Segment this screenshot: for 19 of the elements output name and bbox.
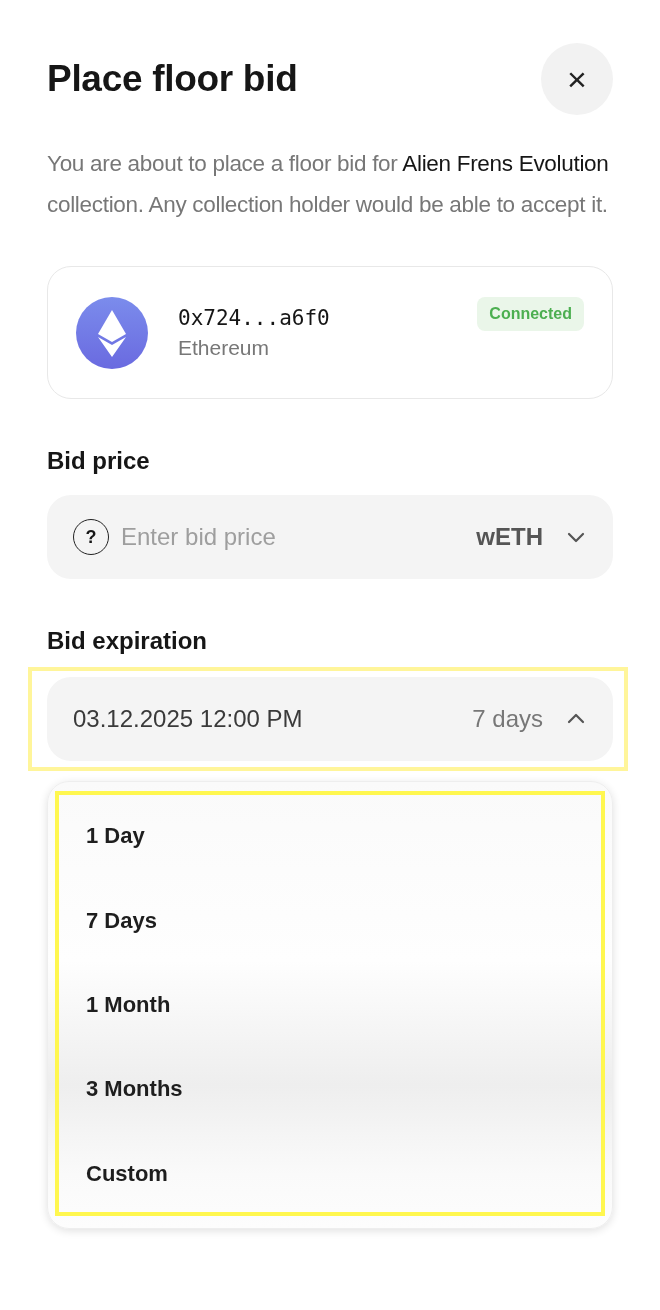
menu-option[interactable]: 1 Day	[48, 794, 612, 879]
close-button[interactable]: ×	[541, 43, 613, 115]
menu-option[interactable]: 3 Months	[48, 1047, 612, 1132]
expiration-date: 03.12.2025 12:00 PM	[73, 705, 304, 733]
ethereum-logo-icon	[76, 296, 148, 369]
menu-option[interactable]: Custom	[48, 1131, 612, 1217]
dialog-title: Place floor bid	[47, 58, 298, 100]
currency-selector[interactable]: wETH	[476, 523, 543, 551]
field-label: Bid price	[47, 447, 150, 475]
menu-option[interactable]: 1 Month	[48, 962, 612, 1048]
expiration-duration: 7 days	[472, 705, 543, 733]
network-name: Ethereum	[178, 335, 271, 360]
expiration-dropdown[interactable]: 03.12.2025 12:00 PM 7 days	[47, 677, 613, 761]
field-label: Bid expiration	[47, 627, 208, 655]
status-badge: Connected	[477, 297, 584, 331]
menu-option[interactable]: 7 Days	[48, 878, 612, 963]
description: You are about to place a floor bid for Alien Frens Evolution collection. Any collection holder would be able to accept it.	[47, 150, 610, 219]
wallet-address: 0x724...a6f0	[178, 305, 331, 330]
bid-price-field[interactable]: ? Enter bid price wETH	[47, 495, 613, 579]
